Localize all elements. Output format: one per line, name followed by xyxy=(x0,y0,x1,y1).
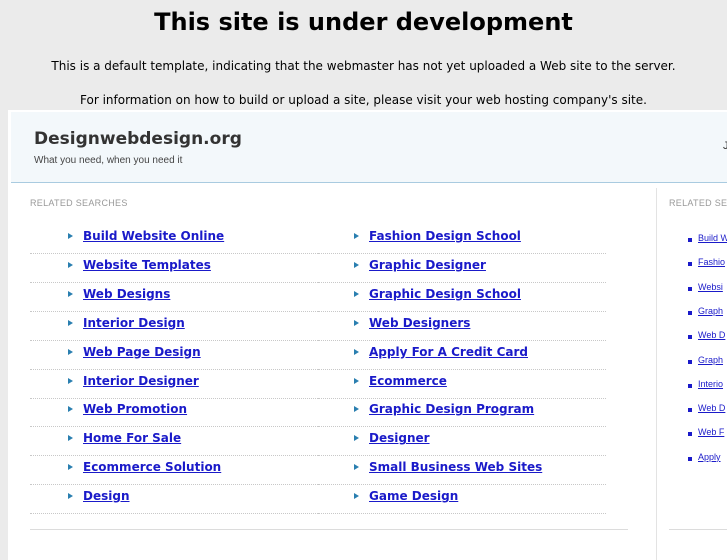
related-search-link[interactable]: Graphic Design Program xyxy=(369,402,534,416)
sidebar-link[interactable]: Websi xyxy=(698,282,723,292)
related-search-link[interactable]: Web Designers xyxy=(369,316,470,330)
arrow-right-icon xyxy=(68,319,73,326)
bullet-icon xyxy=(688,262,692,267)
related-search-row: Graphic Design School xyxy=(318,283,606,312)
bullet-icon xyxy=(688,335,692,340)
arrow-right-icon xyxy=(354,233,359,239)
column-divider xyxy=(656,188,657,560)
arrow-right-icon xyxy=(68,290,73,297)
related-search-link[interactable]: Web Designs xyxy=(83,287,170,301)
parked-page-frame: Designwebdesign.org What you need, when … xyxy=(8,110,727,560)
bullet-icon xyxy=(688,383,692,388)
arrow-right-icon xyxy=(354,348,359,355)
related-search-link[interactable]: Ecommerce xyxy=(369,374,447,388)
arrow-right-icon xyxy=(68,261,73,268)
bullet-icon xyxy=(688,286,692,291)
related-search-row: Interior Designer xyxy=(30,370,318,399)
related-searches-label: RELATED SEARCHES xyxy=(30,198,128,208)
arrow-right-icon xyxy=(354,464,359,471)
sidebar-link[interactable]: Graph xyxy=(698,355,723,365)
sidebar-link[interactable]: Interio xyxy=(698,379,723,389)
related-search-row: Build Website Online xyxy=(30,225,318,254)
related-search-row: Web Designs xyxy=(30,283,318,312)
related-search-link[interactable]: Graphic Design School xyxy=(369,287,521,301)
sidebar-link[interactable]: Fashio xyxy=(698,257,725,267)
related-search-row: Graphic Designer xyxy=(318,254,606,283)
sidebar-related-label: RELATED SEA xyxy=(669,198,727,208)
sidebar-link[interactable]: Build W xyxy=(698,233,727,243)
related-search-link[interactable]: Home For Sale xyxy=(83,431,181,445)
related-search-link[interactable]: Design xyxy=(83,489,130,503)
arrow-right-icon xyxy=(354,493,359,500)
sidebar-bottom-divider xyxy=(669,529,727,530)
related-search-link[interactable]: Fashion Design School xyxy=(369,229,521,243)
related-search-link[interactable]: Web Promotion xyxy=(83,402,187,416)
related-search-link[interactable]: Interior Design xyxy=(83,316,185,330)
bullet-icon xyxy=(688,359,692,364)
arrow-right-icon xyxy=(354,377,359,384)
notice-line-1: This is a default template, indicating t… xyxy=(51,59,676,73)
related-search-row: Graphic Design Program xyxy=(318,398,606,428)
related-search-row: Web Page Design xyxy=(30,341,318,370)
sidebar-link[interactable]: Web F xyxy=(698,427,724,437)
related-search-row: Small Business Web Sites xyxy=(318,456,606,486)
arrow-right-icon xyxy=(68,377,73,384)
sidebar-link[interactable]: Graph xyxy=(698,306,723,316)
site-title[interactable]: Designwebdesign.org xyxy=(34,129,242,149)
related-search-link[interactable]: Build Website Online xyxy=(83,229,224,243)
bullet-icon xyxy=(688,408,692,413)
related-search-link[interactable]: Web Page Design xyxy=(83,345,201,359)
related-search-row: Game Design xyxy=(318,485,606,515)
arrow-right-icon xyxy=(354,406,359,413)
sidebar-link[interactable]: Apply xyxy=(698,452,721,462)
arrow-right-icon xyxy=(68,464,73,471)
arrow-right-icon xyxy=(68,435,73,442)
header-right-text: J xyxy=(723,140,727,152)
related-search-row: Home For Sale xyxy=(30,427,318,457)
related-search-row: Web Designers xyxy=(318,312,606,341)
main-bottom-divider xyxy=(30,529,628,530)
arrow-right-icon xyxy=(354,290,359,297)
site-tagline: What you need, when you need it xyxy=(34,155,183,166)
notice-line-2: For information on how to build or uploa… xyxy=(80,93,647,107)
sidebar-link[interactable]: Web D xyxy=(698,330,725,340)
related-search-row: Design xyxy=(30,485,318,515)
related-search-row: Fashion Design School xyxy=(318,225,606,254)
arrow-right-icon xyxy=(354,319,359,326)
arrow-right-icon xyxy=(354,261,359,268)
arrow-right-icon xyxy=(68,348,73,355)
bullet-icon xyxy=(688,238,692,242)
arrow-right-icon xyxy=(354,435,359,442)
sidebar-link[interactable]: Web D xyxy=(698,403,725,413)
related-search-row: Interior Design xyxy=(30,312,318,341)
related-search-link[interactable]: Small Business Web Sites xyxy=(369,460,542,474)
related-search-link[interactable]: Apply For A Credit Card xyxy=(369,345,528,359)
related-search-row: Designer xyxy=(318,427,606,457)
related-search-row: Ecommerce xyxy=(318,370,606,399)
arrow-right-icon xyxy=(68,406,73,413)
related-search-link[interactable]: Ecommerce Solution xyxy=(83,460,221,474)
related-search-link[interactable]: Website Templates xyxy=(83,258,211,272)
site-header: Designwebdesign.org What you need, when … xyxy=(11,112,727,183)
arrow-right-icon xyxy=(68,493,73,500)
bullet-icon xyxy=(688,456,692,461)
related-search-row: Ecommerce Solution xyxy=(30,456,318,486)
related-search-link[interactable]: Interior Designer xyxy=(83,374,199,388)
arrow-right-icon xyxy=(68,233,73,239)
related-search-row: Web Promotion xyxy=(30,398,318,428)
related-search-row: Website Templates xyxy=(30,254,318,283)
bullet-icon xyxy=(688,310,692,315)
related-search-row: Apply For A Credit Card xyxy=(318,341,606,370)
bullet-icon xyxy=(688,432,692,437)
related-search-link[interactable]: Game Design xyxy=(369,489,458,503)
related-search-link[interactable]: Designer xyxy=(369,431,430,445)
related-search-link[interactable]: Graphic Designer xyxy=(369,258,486,272)
notice-title: This site is under development xyxy=(154,8,573,36)
